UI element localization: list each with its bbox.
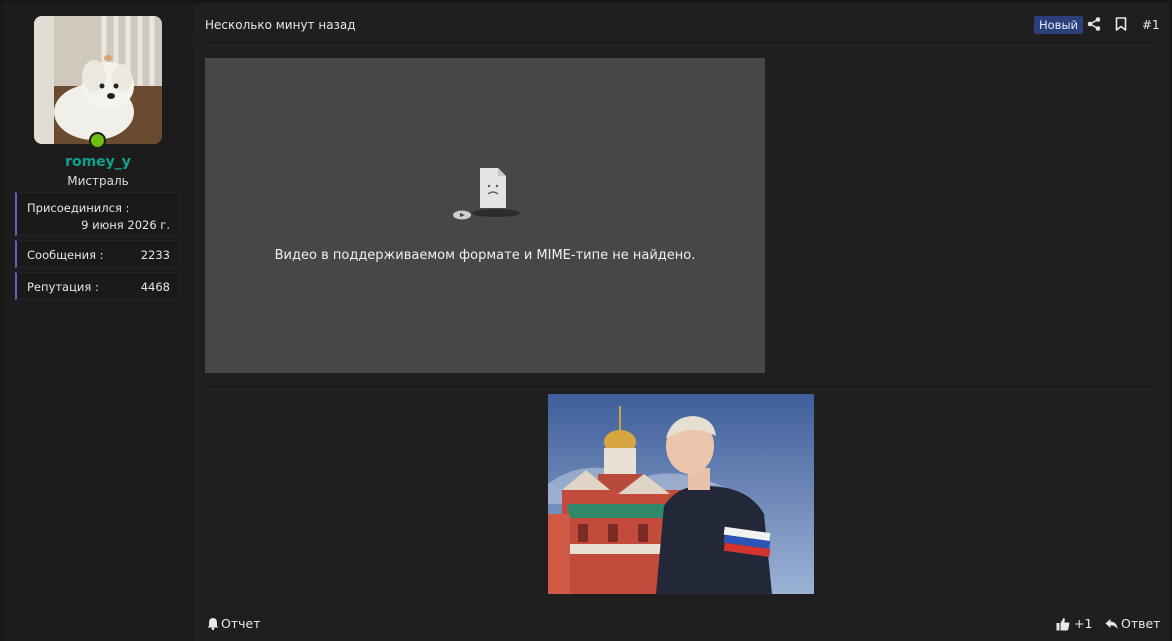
post-date[interactable]: Несколько минут назад xyxy=(205,18,356,32)
video-error-message: Видео в поддерживаемом формате и MIME-ти… xyxy=(274,248,696,263)
avatar[interactable] xyxy=(34,16,162,144)
stat-joined-value: 9 июня 2026 г. xyxy=(81,218,170,232)
content-divider xyxy=(205,389,1157,390)
user-title: Мистраль xyxy=(67,174,129,188)
bookmark-icon[interactable] xyxy=(1115,17,1127,31)
user-panel: romey_y Мистраль Присоединился : 9 июня … xyxy=(3,3,193,641)
reply-label: Ответ xyxy=(1121,616,1161,631)
post-number[interactable]: #1 xyxy=(1142,18,1160,32)
broken-file-icon xyxy=(453,168,520,220)
like-label: +1 xyxy=(1074,616,1093,631)
stat-reputation: Репутация : 4468 xyxy=(15,272,180,300)
stat-joined: Присоединился : 9 июня 2026 г. xyxy=(15,192,180,236)
post: Несколько минут назад Новый #1 Видео в п… xyxy=(194,3,1170,641)
stat-reputation-value: 4468 xyxy=(140,280,170,294)
video-player[interactable]: Видео в поддерживаемом формате и MIME-ти… xyxy=(205,58,765,373)
post-photo xyxy=(548,394,814,594)
report-label: Отчет xyxy=(221,616,261,631)
share-icon[interactable] xyxy=(1087,17,1101,31)
like-button[interactable]: +1 xyxy=(1056,616,1092,631)
stat-messages: Сообщения : 2233 xyxy=(15,240,180,268)
header-divider xyxy=(205,45,1157,46)
post-image[interactable] xyxy=(548,394,814,594)
bell-icon xyxy=(207,618,219,630)
stat-messages-value[interactable]: 2233 xyxy=(141,248,170,262)
stat-joined-label: Присоединился : xyxy=(27,201,130,215)
stat-reputation-label: Репутация : xyxy=(27,280,99,294)
reply-icon xyxy=(1105,618,1118,629)
post-arrow xyxy=(185,30,194,50)
online-status-indicator xyxy=(89,132,106,149)
avatar-image xyxy=(34,16,162,144)
reply-button[interactable]: Ответ xyxy=(1105,616,1160,631)
report-button[interactable]: Отчет xyxy=(207,616,260,631)
new-badge: Новый xyxy=(1034,16,1084,34)
thumbs-up-icon xyxy=(1056,617,1070,630)
stat-messages-label: Сообщения : xyxy=(27,248,104,262)
username-link[interactable]: romey_y xyxy=(3,154,193,170)
